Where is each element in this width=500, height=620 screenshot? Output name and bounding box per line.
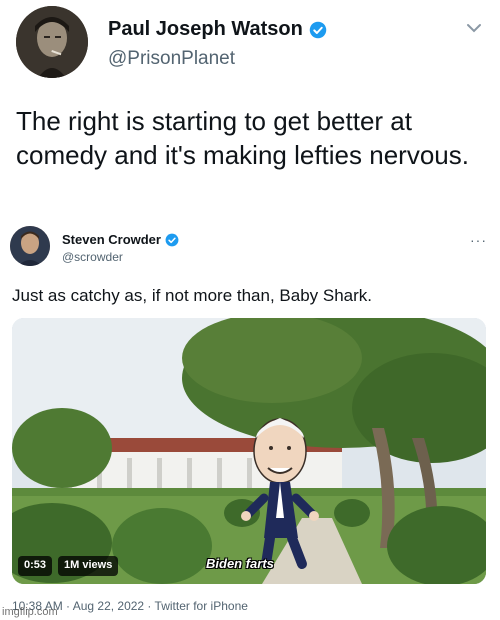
quoted-author-name-text: Steven Crowder bbox=[62, 232, 161, 247]
author-handle[interactable]: @PrisonPlanet bbox=[108, 48, 235, 70]
video-frame bbox=[12, 318, 486, 584]
quoted-tweet-text: Just as catchy as, if not more than, Bab… bbox=[12, 286, 373, 305]
author-name-text: Paul Joseph Watson bbox=[108, 18, 303, 40]
video-meta: 0:53 1M views bbox=[18, 556, 119, 576]
author-avatar[interactable] bbox=[16, 6, 88, 78]
watermark: imgflip.com bbox=[2, 606, 58, 618]
quoted-author-name[interactable]: Steven Crowder bbox=[62, 232, 179, 247]
verified-badge-icon bbox=[165, 233, 179, 246]
video-player[interactable] bbox=[12, 318, 486, 584]
author-name[interactable]: Paul Joseph Watson bbox=[108, 18, 327, 41]
verified-badge-icon bbox=[309, 21, 327, 38]
quoted-author-avatar[interactable] bbox=[10, 226, 50, 266]
avatar-photo bbox=[16, 6, 88, 78]
video-caption: Biden farts bbox=[206, 556, 274, 571]
video-views: 1M views bbox=[58, 556, 119, 576]
more-options-icon[interactable]: ··· bbox=[470, 232, 487, 248]
tweet-text: The right is starting to get better at c… bbox=[16, 106, 469, 170]
chevron-down-icon[interactable] bbox=[464, 18, 484, 38]
video-duration: 0:53 bbox=[18, 556, 53, 576]
quoted-author-handle[interactable]: @scrowder bbox=[62, 250, 123, 264]
avatar-photo bbox=[10, 226, 50, 266]
